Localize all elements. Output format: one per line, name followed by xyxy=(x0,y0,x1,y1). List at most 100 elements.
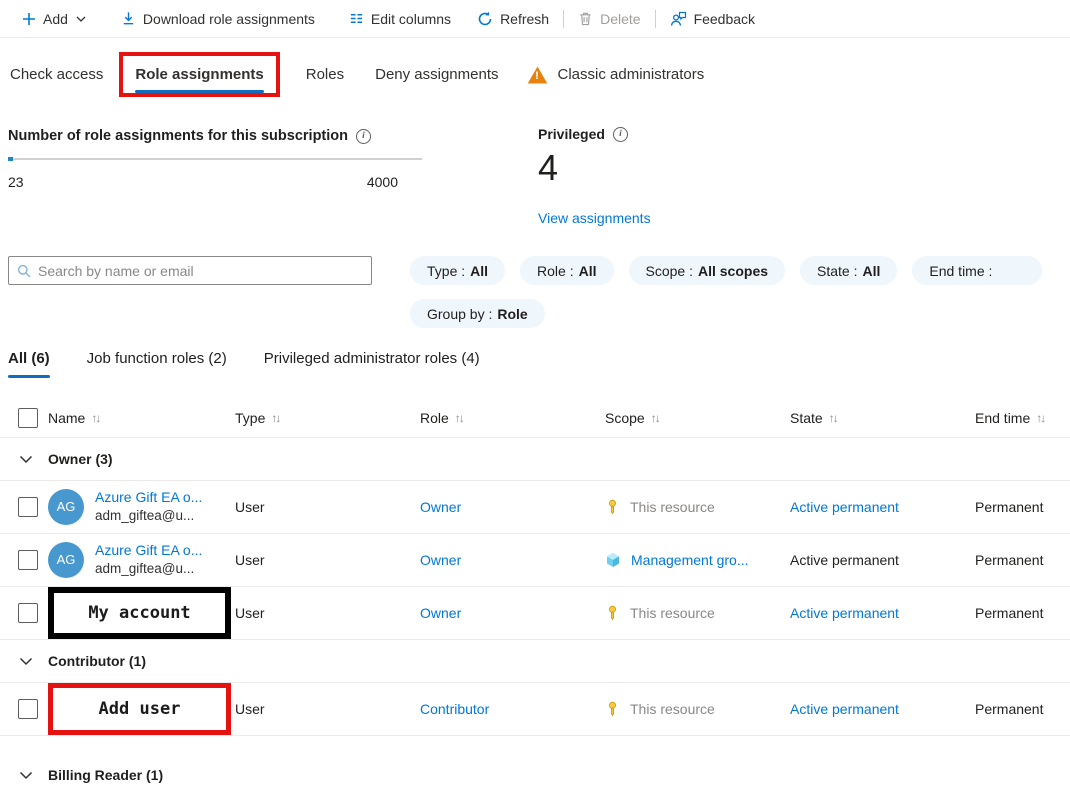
state-cell: Active permanent xyxy=(790,552,975,568)
toolbar-separator xyxy=(655,10,656,28)
key-icon xyxy=(605,499,620,515)
row-checkbox[interactable] xyxy=(18,603,38,623)
add-button[interactable]: Add xyxy=(18,1,91,37)
warning-icon: ! xyxy=(527,66,548,84)
end-time-cell: Permanent xyxy=(975,605,1070,621)
feedback-button[interactable]: Feedback xyxy=(666,1,759,37)
assignee-name-link[interactable]: Azure Gift EA o... xyxy=(95,488,202,507)
chevron-down-icon xyxy=(18,451,34,467)
progress-fill xyxy=(8,157,13,161)
search-input[interactable] xyxy=(38,263,363,279)
table-row: AG Azure Gift EA o... adm_giftea@u... Us… xyxy=(0,534,1070,587)
chevron-down-icon xyxy=(75,13,87,25)
chevron-down-icon xyxy=(18,653,34,669)
info-icon[interactable]: i xyxy=(356,129,371,144)
tab-all[interactable]: All (6) xyxy=(8,344,50,378)
table-row: My account User Owner This resource Acti… xyxy=(0,587,1070,640)
chevron-down-icon xyxy=(18,767,34,783)
download-label: Download role assignments xyxy=(143,11,315,27)
group-header-billing-reader[interactable]: Billing Reader (1) xyxy=(0,736,1070,796)
group-header-contributor[interactable]: Contributor (1) xyxy=(0,640,1070,683)
column-header-type[interactable]: Type↑↓ xyxy=(235,410,420,426)
select-all-checkbox[interactable] xyxy=(18,408,38,428)
search-icon xyxy=(17,264,31,278)
row-checkbox[interactable] xyxy=(18,550,38,570)
toolbar-separator xyxy=(563,10,564,28)
capacity-max: 4000 xyxy=(367,174,398,190)
tab-role-assignments[interactable]: Role assignments xyxy=(133,58,265,93)
assignment-filter-tabs: All (6) Job function roles (2) Privilege… xyxy=(8,344,480,378)
privileged-label: Privileged xyxy=(538,126,605,142)
trash-icon xyxy=(578,11,593,26)
filter-pill-state[interactable]: State :All xyxy=(800,256,897,285)
tab-deny-assignments[interactable]: Deny assignments xyxy=(373,56,500,93)
column-header-end-time[interactable]: End time↑↓ xyxy=(975,410,1070,426)
table-row: Add user User Contributor This resource … xyxy=(0,683,1070,736)
download-role-assignments-button[interactable]: Download role assignments xyxy=(117,1,319,37)
plus-icon xyxy=(22,12,36,26)
scope-link[interactable]: Management gro... xyxy=(631,552,749,568)
feedback-label: Feedback xyxy=(694,11,755,27)
column-header-role[interactable]: Role↑↓ xyxy=(420,410,605,426)
capacity-title: Number of role assignments for this subs… xyxy=(8,128,348,144)
annotation-box-red-role-assignments: Role assignments xyxy=(119,52,279,97)
state-link[interactable]: Active permanent xyxy=(790,605,899,621)
edit-columns-icon xyxy=(349,11,364,26)
refresh-icon xyxy=(477,11,493,27)
scope-cell: This resource xyxy=(630,701,715,717)
filter-pill-group-by[interactable]: Group by :Role xyxy=(410,299,545,328)
role-link[interactable]: Owner xyxy=(420,499,461,515)
tab-privileged-admin-roles[interactable]: Privileged administrator roles (4) xyxy=(264,344,480,378)
progress-track xyxy=(8,158,422,160)
role-link[interactable]: Contributor xyxy=(420,701,489,717)
assignee-email: adm_giftea@u... xyxy=(95,560,202,578)
management-group-icon xyxy=(605,552,621,568)
filter-pill-scope[interactable]: Scope :All scopes xyxy=(629,256,786,285)
scope-cell: This resource xyxy=(630,605,715,621)
tab-check-access[interactable]: Check access xyxy=(8,56,105,93)
row-checkbox[interactable] xyxy=(18,497,38,517)
role-link[interactable]: Owner xyxy=(420,605,461,621)
assignee-name-link[interactable]: Azure Gift EA o... xyxy=(95,541,202,560)
edit-columns-label: Edit columns xyxy=(371,11,451,27)
row-checkbox[interactable] xyxy=(18,699,38,719)
delete-button[interactable]: Delete xyxy=(574,1,644,37)
refresh-label: Refresh xyxy=(500,11,549,27)
key-icon xyxy=(605,701,620,717)
assignee-email: adm_giftea@u... xyxy=(95,507,202,525)
filter-pill-type[interactable]: Type :All xyxy=(410,256,505,285)
refresh-button[interactable]: Refresh xyxy=(473,1,553,37)
role-assignments-table: Name↑↓ Type↑↓ Role↑↓ Scope↑↓ State↑↓ End… xyxy=(0,398,1070,796)
privileged-title-row: Privileged i xyxy=(538,126,651,142)
column-header-state[interactable]: State↑↓ xyxy=(790,410,975,426)
end-time-cell: Permanent xyxy=(975,499,1070,515)
state-link[interactable]: Active permanent xyxy=(790,499,899,515)
capacity-values: 23 4000 xyxy=(8,174,422,190)
tab-roles[interactable]: Roles xyxy=(304,56,346,93)
edit-columns-button[interactable]: Edit columns xyxy=(345,1,455,37)
filter-pill-end-time[interactable]: End time : xyxy=(912,256,1042,285)
end-time-cell: Permanent xyxy=(975,552,1070,568)
command-bar: Add Download role assignments Edit colum… xyxy=(0,0,1070,38)
group-header-owner[interactable]: Owner (3) xyxy=(0,438,1070,481)
role-link[interactable]: Owner xyxy=(420,552,461,568)
privileged-count: 4 xyxy=(538,148,651,188)
column-header-name[interactable]: Name↑↓ xyxy=(48,410,235,426)
annotation-box-black-my-account: My account xyxy=(48,587,231,639)
tab-job-function-roles[interactable]: Job function roles (2) xyxy=(87,344,227,378)
sort-icon: ↑↓ xyxy=(91,411,99,425)
view-assignments-link[interactable]: View assignments xyxy=(538,210,651,226)
type-cell: User xyxy=(235,499,420,515)
end-time-cell: Permanent xyxy=(975,701,1070,717)
filter-pill-row: Type :All Role :All Scope :All scopes St… xyxy=(410,256,1070,285)
capacity-card: Number of role assignments for this subs… xyxy=(8,128,422,190)
column-header-scope[interactable]: Scope↑↓ xyxy=(605,410,790,426)
tab-classic-administrators[interactable]: ! Classic administrators xyxy=(527,56,707,93)
info-icon[interactable]: i xyxy=(613,127,628,142)
group-by-pill-row: Group by :Role xyxy=(410,299,545,328)
table-header: Name↑↓ Type↑↓ Role↑↓ Scope↑↓ State↑↓ End… xyxy=(0,398,1070,438)
filter-pill-role[interactable]: Role :All xyxy=(520,256,613,285)
state-link[interactable]: Active permanent xyxy=(790,701,899,717)
capacity-current: 23 xyxy=(8,174,24,190)
annotation-box-red-add-user: Add user xyxy=(48,683,231,735)
